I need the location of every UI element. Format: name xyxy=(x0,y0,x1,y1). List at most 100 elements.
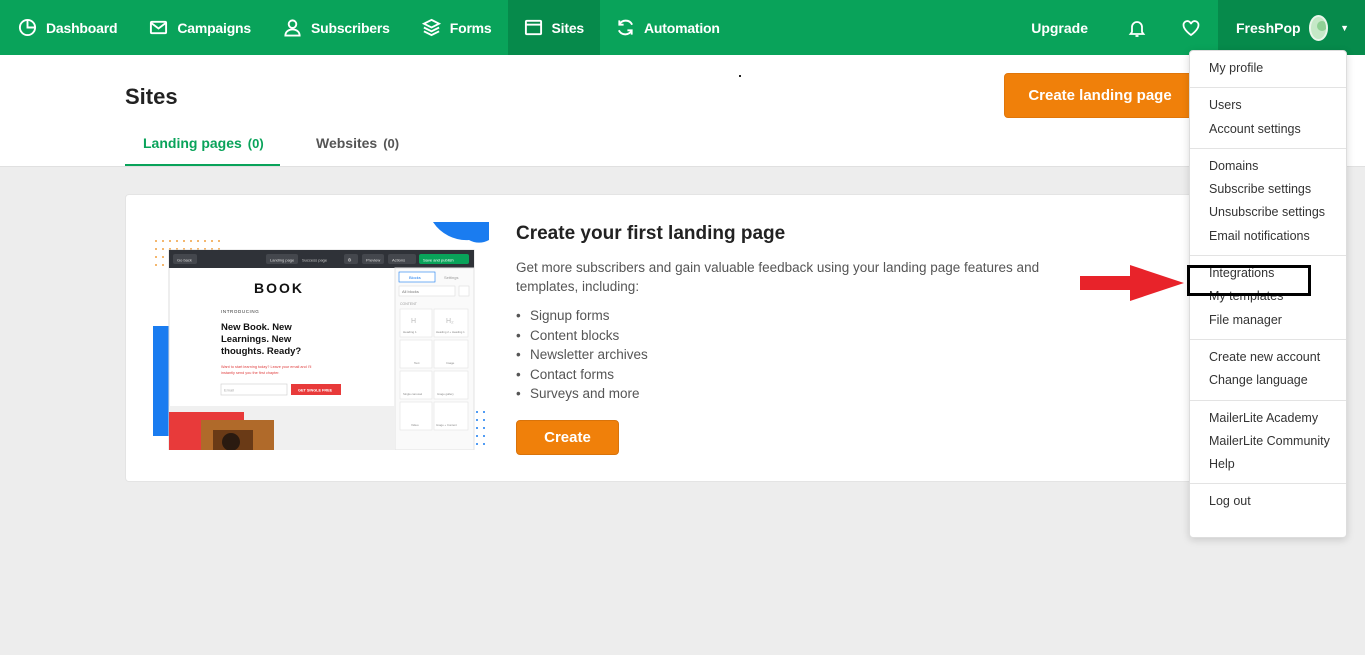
illus-block-label-1: Heading 2 + Heading 1 xyxy=(436,330,465,334)
tab-landing-pages[interactable]: Landing pages (0) xyxy=(143,135,264,151)
create-button[interactable]: Create xyxy=(516,420,619,455)
illus-cta: GET SINGLE FREE xyxy=(298,389,333,393)
illus-go-back: Go back xyxy=(177,258,192,263)
nav-sites[interactable]: Sites xyxy=(507,0,600,55)
refresh-icon xyxy=(617,19,634,36)
active-tab-underline xyxy=(125,164,280,166)
tab-landing-pages-count: (0) xyxy=(247,136,264,151)
nav-sites-label: Sites xyxy=(551,19,585,36)
illus-introducing: INTRODUCING xyxy=(221,309,259,314)
menu-item-file-manager[interactable]: File manager xyxy=(1190,309,1346,332)
svg-text:instantly send you the first c: instantly send you the first chapter. xyxy=(221,371,279,375)
illus-preview: Preview xyxy=(366,258,380,263)
stray-dot xyxy=(739,75,741,77)
account-menu-toggle[interactable]: FreshPop ▼ xyxy=(1218,0,1365,55)
page-title: Sites xyxy=(125,84,178,109)
menu-item-domains[interactable]: Domains xyxy=(1190,155,1346,178)
svg-text:H₂: H₂ xyxy=(446,318,454,325)
layers-icon xyxy=(421,18,441,37)
menu-item-academy[interactable]: MailerLite Academy xyxy=(1190,407,1346,430)
account-name: FreshPop xyxy=(1236,19,1301,36)
favorites-button[interactable] xyxy=(1164,0,1218,55)
illus-content-label: CONTENT xyxy=(400,302,418,306)
top-navigation: Dashboard Campaigns Subscribers Forms Si… xyxy=(0,0,1365,55)
menu-group-help: MailerLite Academy MailerLite Community … xyxy=(1190,401,1346,485)
feature-list: Signup forms Content blocks Newsletter a… xyxy=(516,306,648,404)
menu-group-profile: My profile xyxy=(1190,51,1346,89)
menu-group-misc: Create new account Change language xyxy=(1190,340,1346,401)
bell-icon xyxy=(1128,20,1146,37)
list-item: Content blocks xyxy=(516,326,648,346)
notifications-button[interactable] xyxy=(1110,0,1164,55)
illus-block-label-6: Video xyxy=(411,423,419,427)
illus-success-page: Success page xyxy=(302,258,328,263)
menu-group-account: Users Account settings xyxy=(1190,88,1346,149)
annotation-highlight-box xyxy=(1187,265,1311,296)
list-item: Surveys and more xyxy=(516,384,648,404)
illus-book-logo: BOOK xyxy=(254,280,304,296)
list-item: Contact forms xyxy=(516,365,648,385)
illus-save-publish: Save and publish xyxy=(423,258,454,263)
illus-landing-page: Landing page xyxy=(270,258,295,263)
menu-item-users[interactable]: Users xyxy=(1190,94,1346,117)
nav-campaigns-label: Campaigns xyxy=(177,19,251,36)
illus-block-label-4: Single carousel xyxy=(403,392,423,396)
menu-item-create-new-account[interactable]: Create new account xyxy=(1190,346,1346,369)
heart-icon xyxy=(1182,19,1200,36)
nav-forms[interactable]: Forms xyxy=(406,0,508,55)
svg-text:thoughts. Ready?: thoughts. Ready? xyxy=(221,346,301,357)
svg-text:Want to start learning today?: Want to start learning today? Leave your… xyxy=(221,365,311,369)
create-landing-page-button[interactable]: Create landing page xyxy=(1004,73,1196,118)
menu-item-log-out[interactable]: Log out xyxy=(1190,490,1346,513)
nav-forms-label: Forms xyxy=(449,19,492,36)
empty-state-card: Go back Landing page Success page ⚙ Prev… xyxy=(125,194,1215,482)
illus-email-placeholder: Email xyxy=(224,388,234,393)
nav-subscribers[interactable]: Subscribers xyxy=(267,0,406,55)
list-item: Signup forms xyxy=(516,306,648,326)
page-header: Sites Landing pages (0) Websites (0) Creat… xyxy=(0,55,1365,167)
empty-state-title: Create your first landing page xyxy=(516,223,786,244)
illus-block-label-0: Heading 1 xyxy=(403,330,417,334)
menu-item-account-settings[interactable]: Account settings xyxy=(1190,118,1346,141)
nav-subscribers-label: Subscribers xyxy=(311,19,390,36)
illus-tab-blocks: Blocks xyxy=(409,275,421,280)
nav-automation[interactable]: Automation xyxy=(600,0,736,55)
svg-text:New Book. New: New Book. New xyxy=(221,322,292,333)
svg-text:Learnings. New: Learnings. New xyxy=(221,334,292,345)
illus-block-label-5: Image gallery xyxy=(437,392,454,396)
illus-block-label-7: Image + Content xyxy=(436,423,457,427)
nav-dashboard[interactable]: Dashboard xyxy=(0,0,133,55)
tab-websites-count: (0) xyxy=(383,136,400,151)
illus-actions: Actions xyxy=(392,258,405,263)
menu-item-help[interactable]: Help xyxy=(1190,453,1346,476)
illus-tab-settings: Settings xyxy=(444,275,458,280)
menu-item-subscribe-settings[interactable]: Subscribe settings xyxy=(1190,178,1346,201)
nav-right: Upgrade FreshPop ▼ xyxy=(1009,0,1365,55)
menu-item-email-notifications[interactable]: Email notifications xyxy=(1190,225,1346,248)
illus-block-label-2: Text xyxy=(414,361,420,365)
menu-item-unsubscribe-settings[interactable]: Unsubscribe settings xyxy=(1190,201,1346,224)
menu-item-my-profile[interactable]: My profile xyxy=(1190,57,1346,80)
nav-dashboard-label: Dashboard xyxy=(46,19,118,36)
menu-group-logout: Log out xyxy=(1190,484,1346,520)
menu-item-community[interactable]: MailerLite Community xyxy=(1190,430,1346,453)
nav-campaigns[interactable]: Campaigns xyxy=(133,0,267,55)
mail-icon xyxy=(150,20,168,35)
empty-state-description: Get more subscribers and gain valuable f… xyxy=(516,260,1040,294)
menu-group-settings: Domains Subscribe settings Unsubscribe s… xyxy=(1190,149,1346,257)
landing-page-editor-illustration: Go back Landing page Success page ⚙ Prev… xyxy=(151,220,491,450)
red-arrow-icon xyxy=(1080,265,1184,301)
tab-landing-pages-label: Landing pages xyxy=(143,135,242,151)
dashboard-icon xyxy=(18,18,37,37)
menu-item-change-language[interactable]: Change language xyxy=(1190,369,1346,392)
list-item: Newsletter archives xyxy=(516,345,648,365)
browser-window-icon xyxy=(524,19,542,36)
user-icon xyxy=(284,19,301,37)
nav-automation-label: Automation xyxy=(644,19,720,36)
tab-websites[interactable]: Websites (0) xyxy=(316,135,399,151)
upgrade-link[interactable]: Upgrade xyxy=(1009,20,1110,36)
chevron-down-icon: ▼ xyxy=(1340,22,1349,33)
tab-websites-label: Websites xyxy=(316,135,378,151)
illus-all-blocks: All blocks xyxy=(402,289,419,294)
avatar xyxy=(1308,14,1329,41)
